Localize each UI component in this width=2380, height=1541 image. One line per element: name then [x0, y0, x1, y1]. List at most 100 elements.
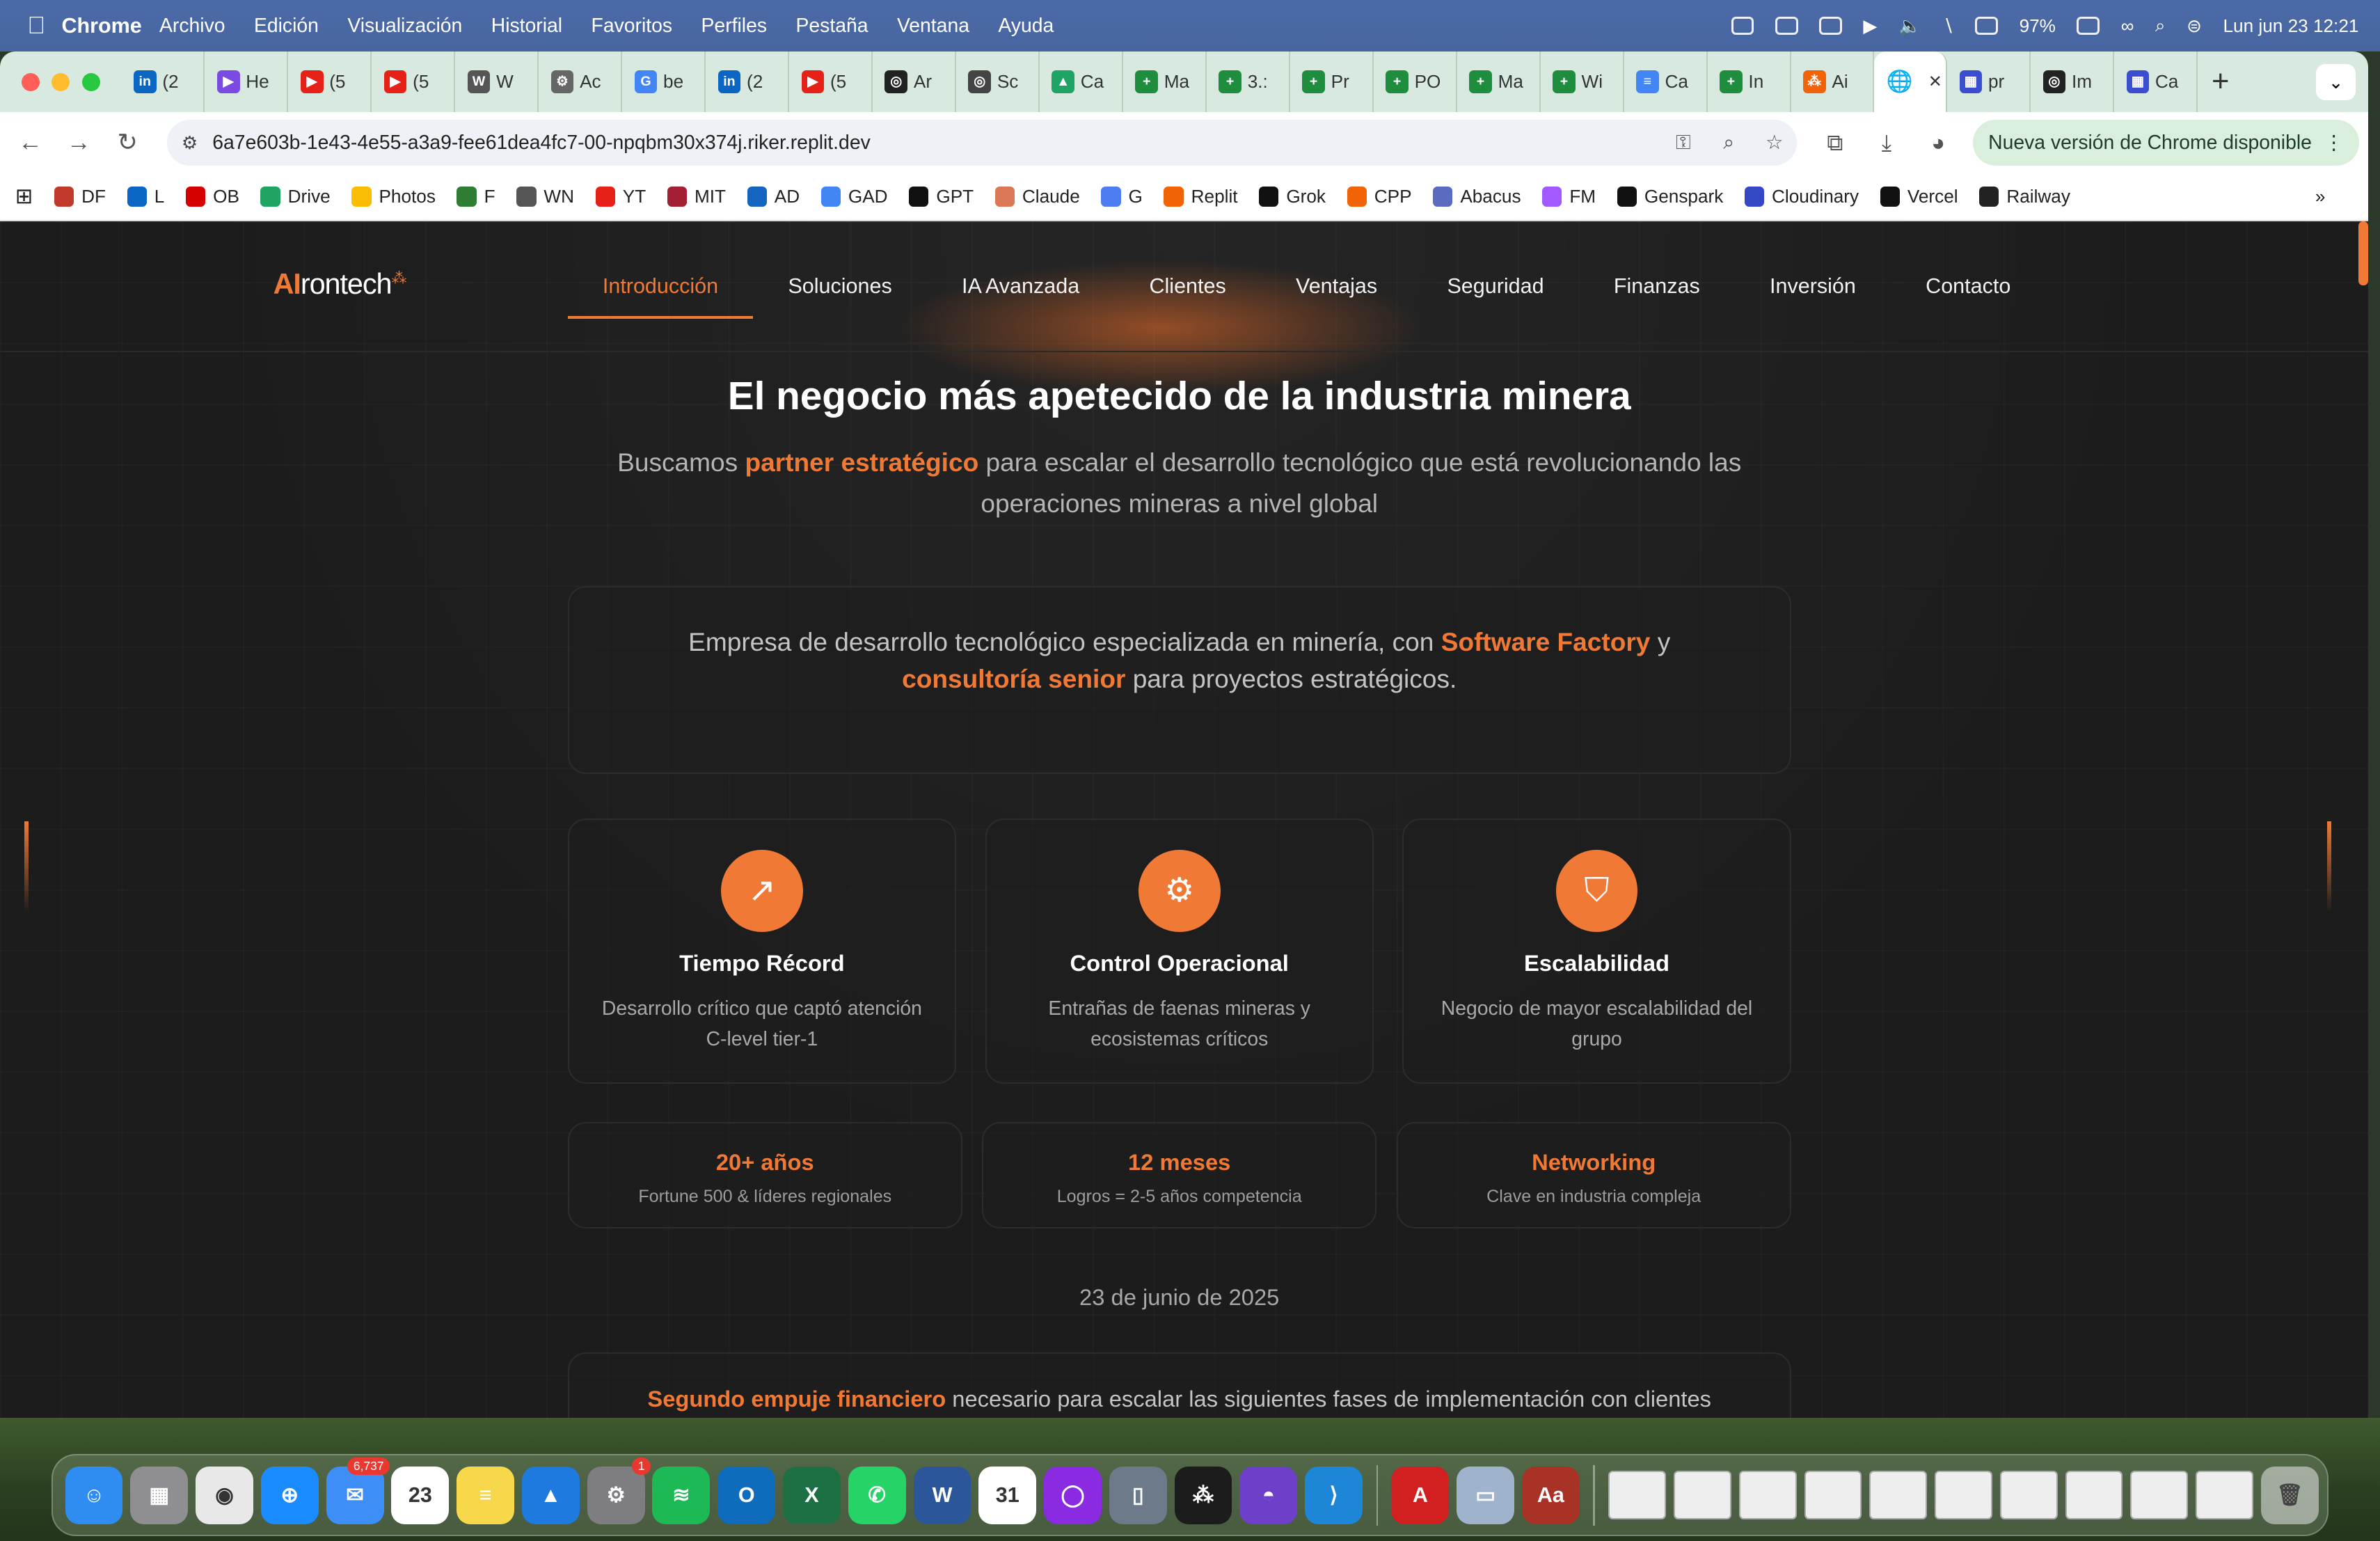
- forward-arrow-icon[interactable]: →: [55, 129, 104, 157]
- dictionary-icon[interactable]: Aa: [1521, 1466, 1580, 1524]
- browser-tab-19[interactable]: + In: [1708, 52, 1791, 113]
- link-icon[interactable]: ∞: [2121, 15, 2134, 37]
- browser-tab-3[interactable]: ▶ (5: [372, 52, 456, 113]
- bookmark-gad[interactable]: GAD: [820, 186, 888, 207]
- preview-icon[interactable]: ▭: [1457, 1466, 1515, 1524]
- display-status-icon[interactable]: [1975, 16, 1999, 35]
- nav-introduccion[interactable]: Introducción: [567, 221, 754, 352]
- bookmark-ad[interactable]: AD: [747, 186, 800, 207]
- minimize-window-button[interactable]: [51, 72, 70, 91]
- control-center-icon[interactable]: ⊜: [2187, 15, 2202, 37]
- browser-tab-17[interactable]: + Wi: [1541, 52, 1624, 113]
- nav-inversion[interactable]: Inversión: [1735, 221, 1891, 352]
- github-desktop-icon[interactable]: ◓: [1239, 1466, 1298, 1524]
- menu-pestana[interactable]: Pestaña: [795, 15, 868, 38]
- minimized-window-thumbnail[interactable]: [1804, 1471, 1862, 1520]
- bookmark-star-icon[interactable]: ☆: [1752, 131, 1797, 155]
- close-window-button[interactable]: [21, 72, 40, 91]
- browser-tab-13[interactable]: +3.:: [1207, 52, 1290, 113]
- browser-tab-0[interactable]: in (2: [121, 52, 205, 113]
- chrome-update-button[interactable]: Nueva versión de Chrome disponible ⋮: [1973, 120, 2359, 166]
- profile-avatar[interactable]: ◕: [1912, 129, 1964, 156]
- mail-icon[interactable]: ✉ 6,737: [326, 1457, 390, 1524]
- menu-perfiles[interactable]: Perfiles: [701, 15, 768, 38]
- close-tab-icon[interactable]: ✕: [1928, 72, 1942, 92]
- apps-grid-icon[interactable]: ⊞: [15, 184, 33, 209]
- reload-icon[interactable]: ↻: [103, 129, 152, 157]
- chrome-icon[interactable]: ◉: [196, 1466, 253, 1524]
- bookmark-fm[interactable]: FM: [1542, 186, 1596, 207]
- bookmark-cloudinary[interactable]: Cloudinary: [1744, 186, 1859, 207]
- bookmark-mit[interactable]: MIT: [667, 186, 726, 207]
- acrobat-icon[interactable]: A: [1391, 1466, 1450, 1524]
- browser-tab-11[interactable]: ▲ Ca: [1040, 52, 1123, 113]
- bookmark-vercel[interactable]: Vercel: [1880, 186, 1958, 207]
- browser-right-tab-1[interactable]: ◎ Im: [2031, 52, 2115, 113]
- menu-favoritos[interactable]: Favoritos: [592, 15, 673, 38]
- bookmark-l[interactable]: L: [127, 186, 164, 207]
- bookmarks-overflow-icon[interactable]: »: [2315, 186, 2326, 207]
- tab-search-button[interactable]: ⌄: [2316, 63, 2356, 100]
- browser-tab-14[interactable]: + Pr: [1290, 52, 1374, 113]
- bookmark-drive[interactable]: Drive: [260, 186, 331, 207]
- play-icon[interactable]: ▶: [1863, 15, 1877, 37]
- volume-icon[interactable]: 🔈: [1898, 15, 1921, 37]
- bookmark-f[interactable]: F: [457, 186, 495, 207]
- search-icon[interactable]: ⌕: [2155, 15, 2166, 37]
- menu-app-name[interactable]: Chrome: [61, 0, 141, 55]
- password-key-icon[interactable]: ⚿: [1660, 132, 1706, 155]
- minimized-window-thumbnail[interactable]: [2196, 1471, 2253, 1520]
- system-settings-icon[interactable]: ⚙ 1: [587, 1457, 651, 1524]
- battery-icon[interactable]: [2077, 16, 2100, 35]
- download-icon[interactable]: ⤓: [1861, 129, 1912, 157]
- menu-visualizacion[interactable]: Visualización: [347, 15, 462, 38]
- menu-historial[interactable]: Historial: [491, 15, 562, 38]
- bookmark-g[interactable]: G: [1101, 186, 1143, 207]
- browser-tab-7[interactable]: in (2: [706, 52, 790, 113]
- bookmark-abacus[interactable]: Abacus: [1433, 186, 1521, 207]
- browser-tab-4[interactable]: WW: [455, 52, 539, 113]
- bookmark-claude[interactable]: Claude: [994, 186, 1080, 207]
- kebab-menu-icon[interactable]: ⋮: [2324, 131, 2343, 155]
- browser-tab-20[interactable]: ⁂ Ai: [1791, 52, 1875, 113]
- notes-icon[interactable]: ≡: [457, 1466, 515, 1524]
- minimized-window-thumbnail[interactable]: [1935, 1471, 1992, 1520]
- nav-soluciones[interactable]: Soluciones: [753, 221, 927, 352]
- browser-tab-16[interactable]: + Ma: [1457, 52, 1541, 113]
- minimized-window-thumbnail[interactable]: [1869, 1471, 1928, 1520]
- active-tab[interactable]: 🌐 ✕: [1874, 52, 1948, 113]
- slide-next-marker[interactable]: [2326, 821, 2332, 912]
- fantastical-icon[interactable]: 31: [978, 1466, 1037, 1524]
- replit-icon[interactable]: ⁂: [1174, 1466, 1232, 1524]
- bookmark-cpp[interactable]: CPP: [1347, 186, 1412, 207]
- menu-archivo[interactable]: Archivo: [159, 15, 225, 38]
- bookmark-df[interactable]: DF: [54, 186, 106, 207]
- site-settings-icon[interactable]: ⚙: [167, 132, 212, 154]
- word-icon[interactable]: W: [913, 1466, 971, 1524]
- safari-icon[interactable]: ⊕: [260, 1466, 319, 1524]
- vscode-icon[interactable]: ⟩: [1305, 1466, 1363, 1524]
- new-tab-button[interactable]: +: [2198, 65, 2243, 99]
- excel-icon[interactable]: X: [783, 1466, 841, 1524]
- bluetooth-icon[interactable]: ∖: [1942, 15, 1954, 37]
- bookmark-photos[interactable]: Photos: [351, 186, 436, 207]
- screen-status-icon[interactable]: [1775, 16, 1798, 35]
- menu-ayuda[interactable]: Ayuda: [998, 15, 1054, 38]
- browser-tab-2[interactable]: ▶ (5: [288, 52, 372, 113]
- bookmark-replit[interactable]: Replit: [1164, 186, 1238, 207]
- whatsapp-icon[interactable]: ✆: [848, 1466, 906, 1524]
- bookmark-genspark[interactable]: Genspark: [1617, 186, 1723, 207]
- drive-status-icon[interactable]: [1819, 16, 1842, 35]
- circle-app-icon[interactable]: ◯: [1044, 1466, 1102, 1524]
- bookmark-wn[interactable]: WN: [516, 186, 574, 207]
- nav-finanzas[interactable]: Finanzas: [1579, 221, 1735, 352]
- extensions-icon[interactable]: ⧉: [1809, 129, 1861, 157]
- site-logo[interactable]: AIrontech⁂: [273, 267, 407, 301]
- outlook-status-icon[interactable]: [1731, 16, 1754, 35]
- bookmark-ob[interactable]: OB: [185, 186, 239, 207]
- bookmark-railway[interactable]: Railway: [1979, 186, 2070, 207]
- bookmark-yt[interactable]: YT: [595, 186, 646, 207]
- iphone-mirroring-icon[interactable]: ▯: [1109, 1466, 1167, 1524]
- nav-seguridad[interactable]: Seguridad: [1412, 221, 1578, 352]
- browser-right-tab-0[interactable]: ▦ pr: [1947, 52, 2031, 113]
